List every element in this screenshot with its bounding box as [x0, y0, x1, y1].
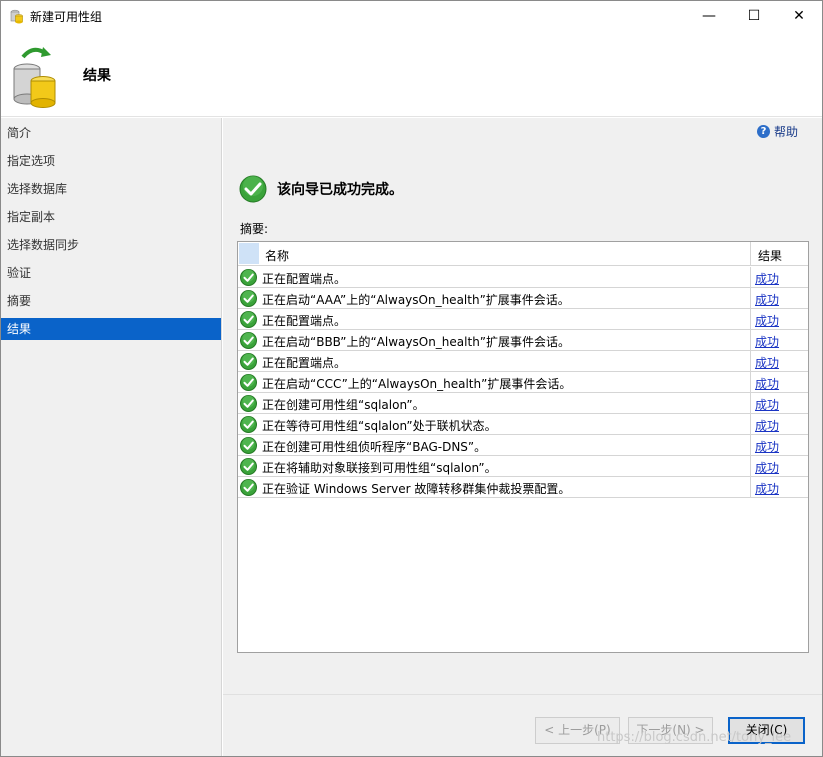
- row-message: 正在启动“CCC”上的“AlwaysOn_health”扩展事件会话。: [262, 377, 572, 391]
- success-check-icon: [240, 269, 257, 286]
- result-link[interactable]: 成功: [755, 396, 779, 413]
- summary-label: 摘要:: [240, 222, 269, 236]
- column-divider: [750, 309, 751, 330]
- result-link[interactable]: 成功: [755, 312, 779, 329]
- help-label: 帮助: [774, 125, 799, 139]
- row-message: 正在配置端点。: [262, 272, 347, 286]
- table-row: 正在验证 Windows Server 故障转移群集仲裁投票配置。 成功: [238, 477, 808, 498]
- result-link[interactable]: 成功: [755, 270, 779, 287]
- result-link[interactable]: 成功: [755, 417, 779, 434]
- availability-group-icon: [9, 43, 65, 109]
- table-header: 名称 结果: [238, 242, 808, 266]
- column-divider: [750, 372, 751, 393]
- success-check-icon: [240, 437, 257, 454]
- table-row: 正在启动“CCC”上的“AlwaysOn_health”扩展事件会话。 成功: [238, 372, 808, 393]
- header-corner: [239, 243, 259, 264]
- result-link[interactable]: 成功: [755, 480, 779, 497]
- sidebar-item-data-sync[interactable]: 选择数据同步: [1, 234, 221, 256]
- table-row: 正在创建可用性组“sqlalon”。 成功: [238, 393, 808, 414]
- sidebar-item-summary[interactable]: 摘要: [1, 290, 221, 312]
- close-window-button[interactable]: ✕: [776, 1, 822, 31]
- success-check-icon: [239, 175, 267, 203]
- success-check-icon: [240, 458, 257, 475]
- success-check-icon: [240, 311, 257, 328]
- column-header-name[interactable]: 名称: [265, 247, 289, 264]
- column-header-result[interactable]: 结果: [758, 247, 782, 264]
- column-divider: [750, 330, 751, 351]
- table-row: 正在配置端点。 成功: [238, 267, 808, 288]
- table-row: 正在等待可用性组“sqlalon”处于联机状态。 成功: [238, 414, 808, 435]
- success-check-icon: [240, 416, 257, 433]
- table-row: 正在配置端点。 成功: [238, 309, 808, 330]
- success-check-icon: [240, 479, 257, 496]
- wizard-header: 结果: [1, 31, 822, 117]
- column-divider: [750, 393, 751, 414]
- column-divider: [750, 477, 751, 498]
- success-check-icon: [240, 290, 257, 307]
- result-link[interactable]: 成功: [755, 333, 779, 350]
- column-divider: [750, 456, 751, 477]
- column-divider: [750, 288, 751, 309]
- window-title: 新建可用性组: [30, 9, 103, 24]
- success-check-icon: [240, 332, 257, 349]
- column-divider: [750, 242, 751, 266]
- row-message: 正在等待可用性组“sqlalon”处于联机状态。: [262, 419, 497, 433]
- table-row: 正在将辅助对象联接到可用性组“sqlalon”。 成功: [238, 456, 808, 477]
- table-row: 正在配置端点。 成功: [238, 351, 808, 372]
- sidebar-item-intro[interactable]: 简介: [1, 122, 221, 144]
- success-banner: 该向导已成功完成。: [239, 175, 403, 203]
- table-row: 正在启动“AAA”上的“AlwaysOn_health”扩展事件会话。 成功: [238, 288, 808, 309]
- wizard-window: 新建可用性组 — ☐ ✕ 结果 简介 指定选项 选择数据库 指定副本 选择数据同…: [0, 0, 823, 757]
- row-message: 正在创建可用性组“sqlalon”。: [262, 398, 425, 412]
- wizard-steps-sidebar: 简介 指定选项 选择数据库 指定副本 选择数据同步 验证 摘要 结果: [1, 118, 222, 756]
- result-link[interactable]: 成功: [755, 291, 779, 308]
- results-table: 名称 结果 正在配置端点。 成功 正在启动“AAA”上的“AlwaysOn_heal…: [237, 241, 809, 653]
- success-check-icon: [240, 395, 257, 412]
- row-message: 正在将辅助对象联接到可用性组“sqlalon”。: [262, 461, 497, 475]
- sidebar-item-select-databases[interactable]: 选择数据库: [1, 178, 221, 200]
- minimize-button[interactable]: —: [686, 1, 732, 31]
- watermark-text: https://blog.csdn.net/tony_lee: [597, 730, 792, 745]
- column-divider: [750, 414, 751, 435]
- success-check-icon: [240, 374, 257, 391]
- success-message: 该向导已成功完成。: [277, 182, 403, 198]
- row-message: 正在验证 Windows Server 故障转移群集仲裁投票配置。: [262, 482, 571, 496]
- row-message: 正在配置端点。: [262, 314, 347, 328]
- sidebar-item-validation[interactable]: 验证: [1, 262, 221, 284]
- page-title: 结果: [83, 68, 111, 84]
- title-bar: 新建可用性组 — ☐ ✕: [1, 1, 822, 31]
- table-row: 正在启动“BBB”上的“AlwaysOn_health”扩展事件会话。 成功: [238, 330, 808, 351]
- footer-divider: [223, 694, 822, 695]
- result-link[interactable]: 成功: [755, 375, 779, 392]
- row-message: 正在配置端点。: [262, 356, 347, 370]
- sidebar-item-results[interactable]: 结果: [1, 318, 221, 340]
- app-database-icon: [9, 8, 25, 24]
- help-link[interactable]: ? 帮助: [757, 123, 798, 140]
- sidebar-item-specify-replicas[interactable]: 指定副本: [1, 206, 221, 228]
- row-message: 正在创建可用性组侦听程序“BAG-DNS”。: [262, 440, 487, 454]
- column-divider: [750, 267, 751, 288]
- sidebar-item-specify-options[interactable]: 指定选项: [1, 150, 221, 172]
- main-panel: ? 帮助 该向导已成功完成。 摘要: 名称 结果 正在配置端点。 成功 正在启动“A…: [223, 118, 822, 756]
- result-link[interactable]: 成功: [755, 438, 779, 455]
- row-message: 正在启动“AAA”上的“AlwaysOn_health”扩展事件会话。: [262, 293, 570, 307]
- result-link[interactable]: 成功: [755, 354, 779, 371]
- maximize-button[interactable]: ☐: [731, 1, 777, 31]
- table-row: 正在创建可用性组侦听程序“BAG-DNS”。 成功: [238, 435, 808, 456]
- help-icon: ?: [757, 125, 770, 138]
- row-message: 正在启动“BBB”上的“AlwaysOn_health”扩展事件会话。: [262, 335, 571, 349]
- column-divider: [750, 435, 751, 456]
- column-divider: [750, 351, 751, 372]
- success-check-icon: [240, 353, 257, 370]
- result-link[interactable]: 成功: [755, 459, 779, 476]
